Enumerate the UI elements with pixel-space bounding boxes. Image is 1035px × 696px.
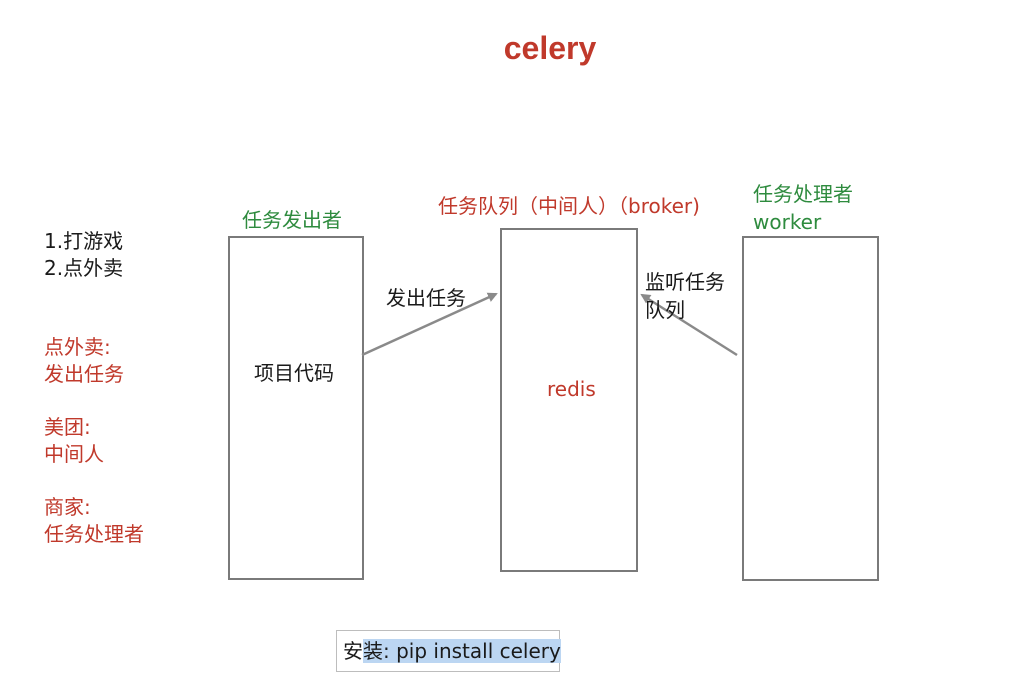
- install-prefix: 安: [343, 639, 363, 663]
- listen-label-line: 队列: [645, 298, 685, 322]
- send-arrow-label: 发出任务: [386, 286, 466, 310]
- listen-arrow-label: 监听任务 队列: [645, 268, 725, 324]
- install-highlighted-text[interactable]: 装: pip install celery: [363, 639, 561, 663]
- connector-arrows: [361, 292, 738, 357]
- listen-label-line: 监听任务: [645, 270, 725, 294]
- install-command: 安装: pip install celery: [336, 630, 561, 672]
